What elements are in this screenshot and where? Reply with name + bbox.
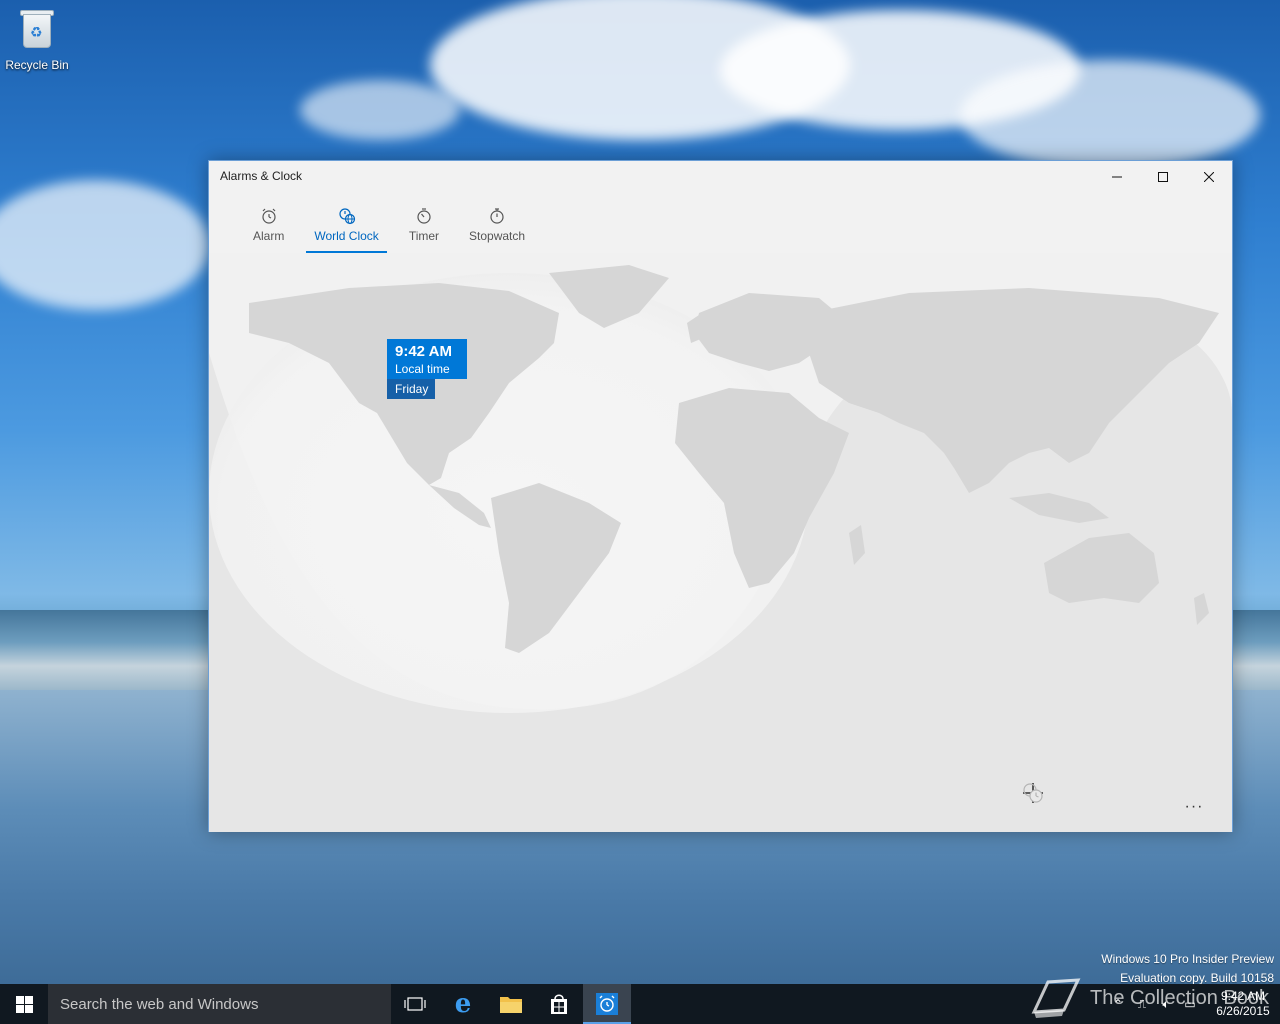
- minimize-icon: [1112, 176, 1122, 178]
- file-explorer-button[interactable]: [487, 984, 535, 1024]
- task-view-icon: [404, 997, 426, 1011]
- desktop-icon-recycle-bin[interactable]: ♻ Recycle Bin: [4, 8, 70, 72]
- title-bar[interactable]: Alarms & Clock: [209, 161, 1232, 193]
- brand-watermark: The Collection Book: [1030, 976, 1269, 1020]
- alarm-icon: [262, 208, 276, 224]
- tab-stopwatch[interactable]: Stopwatch: [465, 193, 529, 253]
- tab-label: Timer: [408, 229, 440, 243]
- world-map-graphic: [209, 253, 1232, 832]
- alarms-clock-window: Alarms & Clock Alarm World Clock Timer S…: [208, 160, 1233, 832]
- search-box[interactable]: Search the web and Windows: [48, 984, 391, 1024]
- pin-time-box: 9:42 AM Local time: [387, 339, 467, 379]
- pin-time: 9:42 AM: [395, 343, 452, 360]
- maximize-button[interactable]: [1140, 161, 1186, 193]
- task-view-button[interactable]: [391, 984, 439, 1024]
- local-time-pin[interactable]: 9:42 AM Local time Friday: [387, 339, 467, 399]
- pin-day: Friday: [387, 379, 435, 399]
- timer-icon: [417, 208, 431, 224]
- cloud: [960, 60, 1260, 170]
- desktop-icon-label: Recycle Bin: [5, 58, 69, 72]
- world-map[interactable]: 9:42 AM Local time Friday ···: [209, 253, 1232, 832]
- tab-bar: Alarm World Clock Timer Stopwatch: [209, 193, 1232, 253]
- stopwatch-icon: [490, 208, 504, 224]
- start-button[interactable]: [0, 984, 48, 1024]
- store-button[interactable]: [535, 984, 583, 1024]
- compare-icon: [1023, 783, 1043, 803]
- minimize-button[interactable]: [1094, 161, 1140, 193]
- alarms-clock-icon: [596, 993, 618, 1015]
- alarms-clock-taskbar-button[interactable]: [583, 984, 631, 1024]
- more-icon: ···: [1184, 798, 1204, 815]
- close-button[interactable]: [1186, 161, 1232, 193]
- tab-label: Alarm: [253, 229, 285, 243]
- brand-text: The Collection Book: [1090, 986, 1269, 1009]
- store-icon: [551, 994, 567, 1014]
- book-icon: [1031, 978, 1081, 1018]
- search-placeholder: Search the web and Windows: [60, 995, 259, 1013]
- edge-icon: e: [454, 989, 472, 1019]
- edge-button[interactable]: e: [439, 984, 487, 1024]
- recycle-bin-icon: ♻: [18, 8, 56, 50]
- file-explorer-icon: [500, 997, 522, 1013]
- pin-label: Local time: [395, 362, 450, 376]
- tab-alarm[interactable]: Alarm: [249, 193, 288, 253]
- command-bar: ···: [1022, 782, 1232, 832]
- tab-label: World Clock: [314, 229, 379, 243]
- windows-logo-icon: [15, 995, 33, 1013]
- tab-label: Stopwatch: [469, 229, 526, 243]
- tab-world-clock[interactable]: World Clock: [306, 193, 388, 253]
- compare-button[interactable]: [1023, 783, 1154, 827]
- cloud: [0, 180, 210, 310]
- watermark-line-1: Windows 10 Pro Insider Preview: [1101, 952, 1274, 966]
- tab-timer[interactable]: Timer: [405, 193, 443, 253]
- cloud: [300, 80, 460, 140]
- more-button[interactable]: ···: [1168, 787, 1220, 827]
- close-icon: [1204, 172, 1214, 182]
- window-title: Alarms & Clock: [220, 169, 303, 183]
- maximize-icon: [1158, 172, 1168, 182]
- world-clock-icon: [338, 208, 355, 225]
